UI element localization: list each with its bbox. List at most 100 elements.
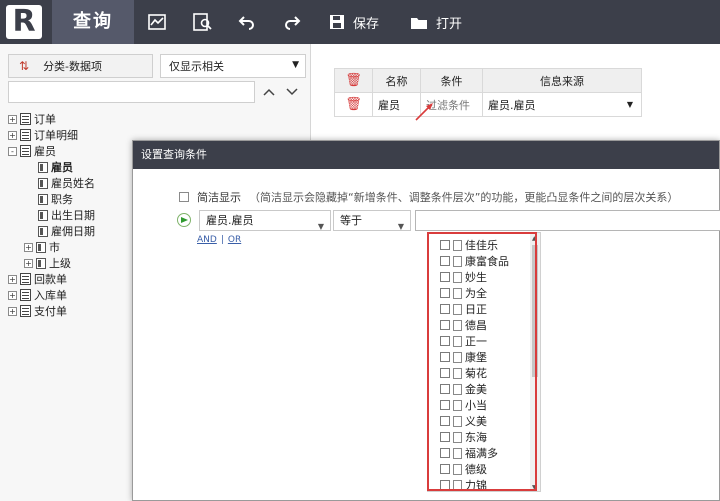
tree-node-label: 雇员: [34, 145, 56, 158]
option-checkbox[interactable]: [440, 272, 450, 282]
list-item[interactable]: 福满多: [440, 445, 498, 461]
tree-node-superior[interactable]: + 上级: [24, 255, 71, 271]
field-select-value: 雇员.雇员: [206, 214, 254, 227]
preview-button[interactable]: [193, 0, 213, 44]
list-item[interactable]: 力锦: [440, 477, 487, 491]
option-label: 康堡: [465, 351, 487, 364]
option-checkbox[interactable]: [440, 240, 450, 250]
list-item[interactable]: 德级: [440, 461, 487, 477]
document-icon: [453, 239, 462, 251]
list-item[interactable]: 佳佳乐: [440, 237, 498, 253]
document-icon: [453, 319, 462, 331]
save-label: 保存: [353, 16, 380, 32]
option-checkbox[interactable]: [440, 448, 450, 458]
search-input[interactable]: [8, 81, 255, 103]
table-icon: [20, 129, 31, 141]
list-item[interactable]: 康堡: [440, 349, 487, 365]
tree-node-position[interactable]: 职务: [38, 191, 73, 207]
add-condition-icon[interactable]: [177, 213, 191, 227]
field-icon: [38, 177, 48, 189]
option-checkbox[interactable]: [440, 368, 450, 378]
redo-button[interactable]: [283, 0, 301, 44]
list-item[interactable]: 康富食品: [440, 253, 509, 269]
simple-display-option[interactable]: 简洁显示 （简洁显示会隐藏掉“新增条件、调整条件层次”的功能，更能凸显条件之间的…: [179, 189, 678, 205]
expand-icon[interactable]: +: [8, 306, 17, 316]
list-item[interactable]: 为全: [440, 285, 487, 301]
option-checkbox[interactable]: [440, 432, 450, 442]
option-label: 德级: [465, 463, 487, 476]
option-checkbox[interactable]: [440, 336, 450, 346]
field-icon: [36, 241, 46, 253]
scroll-down-icon[interactable]: ▼: [532, 484, 537, 491]
document-icon: [453, 303, 462, 315]
list-item[interactable]: 日正: [440, 301, 487, 317]
scrollbar-thumb[interactable]: [532, 245, 538, 377]
open-label: 打开: [436, 16, 463, 32]
condition-value-input[interactable]: [415, 210, 720, 231]
simple-display-checkbox[interactable]: [179, 192, 189, 202]
document-icon: [453, 479, 462, 491]
expand-icon[interactable]: +: [24, 242, 33, 252]
tree-node-employee-name[interactable]: 雇员姓名: [38, 175, 95, 191]
option-checkbox[interactable]: [440, 352, 450, 362]
option-label: 日正: [465, 303, 487, 316]
options-scrollbar[interactable]: ▲ ▼: [530, 233, 540, 491]
tree-node-order-detail[interactable]: + 订单明细: [8, 127, 78, 143]
list-item[interactable]: 菊花: [440, 365, 487, 381]
tree-node-payment-receipt[interactable]: + 回款单: [8, 271, 67, 287]
option-checkbox[interactable]: [440, 464, 450, 474]
value-options-list: 佳佳乐 康富食品 妙生 为全 日正 德昌 正一 康堡 菊花 金美 小当 义美 东…: [427, 232, 541, 492]
list-item[interactable]: 义美: [440, 413, 487, 429]
option-checkbox[interactable]: [440, 400, 450, 410]
expand-icon[interactable]: +: [8, 130, 17, 140]
display-filter-select[interactable]: 仅显示相关 ▼: [160, 54, 306, 78]
and-link[interactable]: AND: [197, 235, 217, 245]
tree-node-birth-date[interactable]: 出生日期: [38, 207, 95, 223]
expand-icon[interactable]: +: [8, 114, 17, 124]
scroll-up-icon[interactable]: ▲: [532, 235, 537, 242]
field-select[interactable]: 雇员.雇员 ▼: [199, 210, 331, 231]
undo-button[interactable]: [238, 0, 256, 44]
list-item[interactable]: 东海: [440, 429, 487, 445]
previous-match-button[interactable]: [258, 81, 280, 103]
chart-view-button[interactable]: [148, 0, 166, 44]
delete-row-button[interactable]: 🗑: [334, 92, 373, 117]
expand-icon[interactable]: +: [24, 258, 33, 268]
delete-all-button[interactable]: 🗑: [334, 68, 373, 93]
tree-node-label: 出生日期: [51, 209, 95, 222]
list-item[interactable]: 小当: [440, 397, 487, 413]
option-checkbox[interactable]: [440, 320, 450, 330]
tree-node-city[interactable]: + 市: [24, 239, 60, 255]
option-checkbox[interactable]: [440, 416, 450, 426]
expand-icon[interactable]: +: [8, 274, 17, 284]
table-icon: [20, 113, 31, 125]
operator-select[interactable]: 等于 ▼: [333, 210, 411, 231]
list-item[interactable]: 金美: [440, 381, 487, 397]
trash-icon: 🗑: [345, 97, 362, 112]
source-select[interactable]: 雇员.雇员 ▼: [482, 92, 642, 117]
tree-node-order[interactable]: + 订单: [8, 111, 56, 127]
option-checkbox[interactable]: [440, 480, 450, 490]
option-checkbox[interactable]: [440, 288, 450, 298]
collapse-icon[interactable]: -: [8, 146, 17, 156]
tree-node-stock-in[interactable]: + 入库单: [8, 287, 67, 303]
option-label: 义美: [465, 415, 487, 428]
list-item[interactable]: 妙生: [440, 269, 487, 285]
option-checkbox[interactable]: [440, 384, 450, 394]
tree-node-hire-date[interactable]: 雇佣日期: [38, 223, 95, 239]
tree-node-employee[interactable]: - 雇员: [8, 143, 56, 159]
tree-node-employee-field[interactable]: 雇员: [38, 159, 73, 175]
annotation-arrow-icon: [415, 103, 433, 121]
next-match-button[interactable]: [281, 81, 303, 103]
option-checkbox[interactable]: [440, 256, 450, 266]
tree-node-payment[interactable]: + 支付单: [8, 303, 67, 319]
list-item[interactable]: 德昌: [440, 317, 487, 333]
option-checkbox[interactable]: [440, 304, 450, 314]
save-button[interactable]: 保存: [329, 0, 379, 44]
list-item[interactable]: 正一: [440, 333, 487, 349]
or-link[interactable]: OR: [228, 235, 241, 245]
open-button[interactable]: 打开: [410, 0, 462, 44]
classify-button[interactable]: ⇅ 分类-数据项: [8, 54, 153, 78]
dropdown-arrow-icon: ▼: [397, 222, 404, 231]
expand-icon[interactable]: +: [8, 290, 17, 300]
